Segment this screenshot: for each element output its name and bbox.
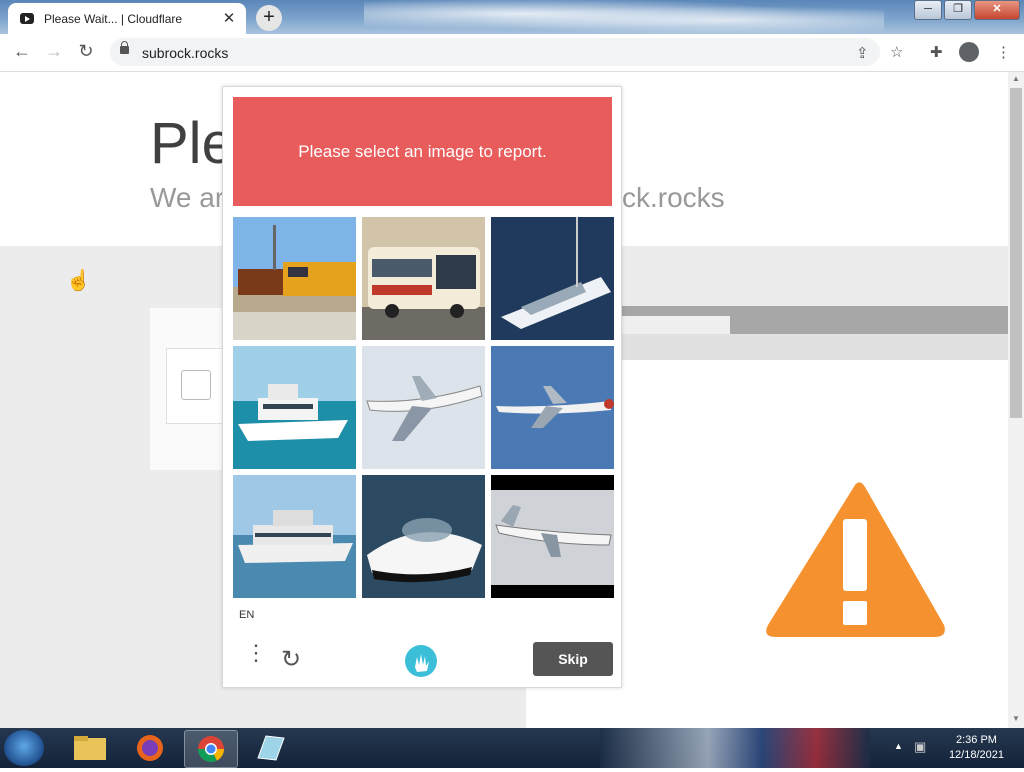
clock-time: 2:36 PM: [955, 734, 997, 746]
gray-header-bar: [622, 306, 1008, 334]
back-icon[interactable]: ←: [10, 41, 34, 62]
youtube-icon: [20, 13, 34, 24]
system-tray: ▲ ▣ 2:36 PM 12/18/2021: [884, 728, 1024, 768]
minimize-button[interactable]: ─: [914, 0, 942, 20]
menu-dots-icon[interactable]: ⋮: [245, 642, 267, 664]
browser-menu-icon[interactable]: ⋮: [996, 43, 1011, 61]
airliner-image: [491, 475, 614, 598]
address-bar[interactable]: subrock.rocks ⇪: [110, 38, 880, 66]
bookmark-star-icon[interactable]: ☆: [890, 43, 903, 61]
warning-icon: [766, 482, 945, 637]
browser-tabstrip: Please Wait... | Cloudflare ✕ + ─ ❐ ✕: [0, 0, 1024, 34]
close-window-button[interactable]: ✕: [974, 0, 1020, 20]
captcha-image-yacht[interactable]: [233, 346, 356, 469]
speedboat-image: [362, 475, 485, 598]
scroll-down-icon[interactable]: ▼: [1012, 714, 1020, 723]
skip-button[interactable]: Skip: [533, 642, 613, 676]
forward-icon[interactable]: →: [42, 41, 66, 62]
captcha-image-grid: [233, 217, 614, 598]
wallpaper-fragment: [600, 728, 870, 768]
chrome-icon[interactable]: [184, 730, 238, 768]
captcha-image-bus[interactable]: [362, 217, 485, 340]
page-scrollbar[interactable]: ▲ ▼: [1008, 72, 1024, 728]
captcha-image-airplane[interactable]: [362, 346, 485, 469]
ship-image: [233, 475, 356, 598]
captcha-image-train[interactable]: [233, 217, 356, 340]
start-button-icon[interactable]: [4, 730, 44, 766]
captcha-image-ship[interactable]: [233, 475, 356, 598]
captcha-challenge-popup: Please select an image to report. EN ⋮ ↻…: [222, 86, 622, 688]
window-background-clouds: [364, 0, 884, 34]
url-text[interactable]: subrock.rocks: [142, 45, 228, 61]
verify-checkbox[interactable]: [181, 370, 211, 400]
extensions-icon[interactable]: ✚: [930, 43, 943, 61]
boat-image: [491, 217, 614, 340]
window-controls: ─ ❐ ✕: [912, 0, 1020, 20]
file-explorer-icon[interactable]: [64, 730, 116, 766]
captcha-image-speedboat[interactable]: [362, 475, 485, 598]
browser-toolbar: ← → ↻ subrock.rocks ⇪ ☆ ✚ ⋮: [0, 34, 1024, 72]
lock-icon[interactable]: [120, 41, 129, 54]
airplane-sky-image: [491, 346, 614, 469]
clock-date: 12/18/2021: [948, 749, 1004, 761]
tab-close-icon[interactable]: ✕: [220, 9, 238, 27]
page-subtitle-right: ck.rocks: [622, 182, 725, 213]
maximize-button[interactable]: ❐: [944, 0, 972, 20]
airplane-image: [362, 346, 485, 469]
reload-icon[interactable]: ↻: [74, 41, 98, 62]
gray-subheader-bar: [622, 334, 1008, 360]
taskbar-clock[interactable]: 2:36 PM 12/18/2021: [949, 733, 1004, 763]
new-tab-button[interactable]: +: [256, 5, 282, 31]
captcha-image-boat[interactable]: [491, 217, 614, 340]
browser-tab-active[interactable]: Please Wait... | Cloudflare ✕: [8, 3, 246, 34]
gray-bar-notch: [622, 316, 730, 334]
page-subtitle-left: We ar: [150, 182, 225, 213]
refresh-icon[interactable]: ↻: [281, 645, 301, 674]
hcaptcha-logo-icon[interactable]: [405, 645, 437, 677]
firefox-icon[interactable]: [124, 730, 176, 766]
language-selector[interactable]: EN: [239, 609, 254, 621]
mouse-pointer-icon: ☝: [66, 270, 91, 292]
network-icon[interactable]: ▣: [914, 739, 926, 755]
captcha-image-airliner[interactable]: [491, 475, 614, 598]
show-hidden-icons-icon[interactable]: ▲: [894, 741, 903, 751]
yacht-image: [233, 346, 356, 469]
train-image: [233, 217, 356, 340]
scroll-up-icon[interactable]: ▲: [1012, 74, 1020, 83]
tab-title: Please Wait... | Cloudflare: [44, 12, 183, 26]
notepad-app-icon[interactable]: [244, 730, 296, 766]
profile-avatar-icon[interactable]: [959, 42, 979, 62]
bus-image: [362, 217, 485, 340]
captcha-prompt: Please select an image to report.: [233, 97, 612, 206]
scrollbar-thumb[interactable]: [1010, 88, 1022, 418]
share-icon[interactable]: ⇪: [856, 44, 869, 62]
hand-icon: [415, 654, 429, 672]
windows-taskbar: ▲ ▣ 2:36 PM 12/18/2021: [0, 728, 1024, 768]
captcha-image-airplane-sky[interactable]: [491, 346, 614, 469]
